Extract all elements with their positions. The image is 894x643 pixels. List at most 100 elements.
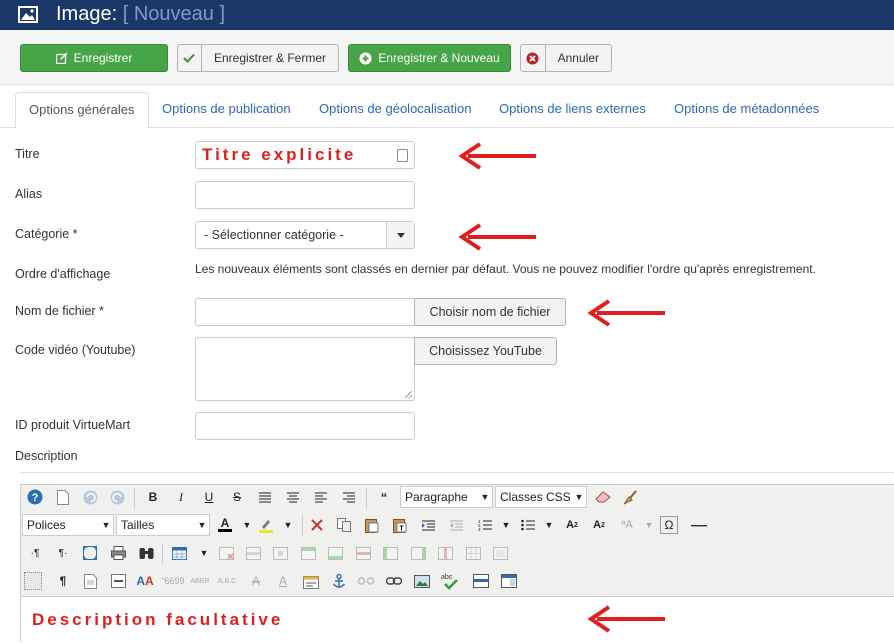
chevron-down-icon: ▼ (197, 520, 207, 530)
order-hint: Les nouveaux éléments sont classés en de… (195, 262, 816, 276)
horizontal-rule-icon[interactable] (688, 514, 710, 536)
split-cells-icon[interactable] (462, 542, 484, 564)
superscript-icon[interactable]: A2 (588, 514, 610, 536)
fullscreen-icon[interactable] (79, 542, 101, 564)
unlink-icon[interactable] (355, 570, 377, 592)
print-icon[interactable] (107, 542, 129, 564)
bullet-list-icon[interactable] (517, 514, 539, 536)
outdent-icon[interactable] (445, 514, 467, 536)
font-size-select[interactable]: Tailles ▼ (116, 514, 210, 536)
anchor-icon[interactable] (328, 570, 350, 592)
align-right-icon[interactable] (338, 486, 360, 508)
search-replace-icon[interactable] (135, 542, 157, 564)
abbreviation-icon[interactable]: ABBR (189, 570, 211, 592)
indent-icon[interactable] (417, 514, 439, 536)
chevron-down-icon[interactable]: ▼ (495, 514, 517, 536)
show-blocks-icon[interactable]: ¶ (52, 570, 74, 592)
video-textarea[interactable] (195, 337, 415, 401)
resize-handle-icon[interactable] (405, 391, 412, 398)
delete-column-icon[interactable] (434, 542, 456, 564)
insertion-icon[interactable]: A (272, 570, 294, 592)
cite-icon[interactable]: “6699 (161, 570, 184, 592)
filename-input[interactable] (195, 298, 415, 326)
strikethrough-icon[interactable]: S (226, 486, 248, 508)
bold-icon[interactable]: B (142, 486, 164, 508)
tab-external-links-options[interactable]: Options de liens externes (486, 92, 659, 128)
italic-icon[interactable]: I (170, 486, 192, 508)
cancel-button[interactable]: Annuler (520, 44, 612, 72)
eraser-icon[interactable] (592, 486, 614, 508)
text-color-icon[interactable]: A (214, 514, 236, 536)
table-cell-icon[interactable] (269, 542, 291, 564)
redo-icon[interactable] (106, 486, 128, 508)
save-new-button[interactable]: Enregistrer & Nouveau (348, 44, 511, 72)
choose-youtube-button[interactable]: Choisissez YouTube (414, 337, 557, 365)
save-close-button[interactable]: Enregistrer & Fermer (177, 44, 339, 72)
chevron-down-icon[interactable] (386, 222, 414, 248)
paste-text-icon[interactable]: T (389, 514, 411, 536)
ltr-direction-icon[interactable]: ·¶ (24, 542, 46, 564)
category-select[interactable]: - Sélectionner catégorie - (195, 221, 415, 249)
css-classes-select[interactable]: Classes CSS ▼ (495, 486, 587, 508)
blockquote-icon[interactable]: “ (373, 486, 395, 508)
font-family-select[interactable]: Polices ▼ (22, 514, 114, 536)
justify-icon[interactable] (254, 486, 276, 508)
deletion-icon[interactable]: A (245, 570, 267, 592)
special-character-icon[interactable]: Ω (660, 516, 678, 534)
insert-image-icon[interactable] (411, 570, 433, 592)
spellcheck-icon[interactable]: abc (439, 570, 461, 592)
tab-geolocation-options[interactable]: Options de géolocalisation (306, 92, 485, 128)
insert-row-before-icon[interactable] (297, 542, 319, 564)
edit-icon (55, 52, 68, 64)
tab-general-options[interactable]: Options générales (15, 92, 149, 129)
numbered-list-icon[interactable]: 123 (474, 514, 496, 536)
new-document-icon[interactable] (52, 486, 74, 508)
acronym-icon[interactable]: A.B.C. (217, 570, 239, 592)
insert-row-after-icon[interactable] (324, 542, 346, 564)
delete-table-icon[interactable] (215, 542, 237, 564)
editor-content-area[interactable]: Description facultative (21, 596, 894, 643)
delete-row-icon[interactable] (352, 542, 374, 564)
help-icon[interactable]: ? (24, 486, 46, 508)
insert-media-icon[interactable] (470, 570, 492, 592)
copy-icon[interactable] (333, 514, 355, 536)
save-button[interactable]: Enregistrer (20, 44, 168, 72)
description-label: Description (15, 449, 78, 463)
highlight-color-icon[interactable] (255, 514, 277, 536)
lock-icon[interactable] (397, 149, 408, 162)
virtuemart-input[interactable] (195, 412, 415, 440)
link-icon[interactable] (383, 570, 405, 592)
paste-icon[interactable] (361, 514, 383, 536)
chevron-down-icon[interactable]: ▼ (193, 542, 215, 564)
choose-filename-button[interactable]: Choisir nom de fichier (414, 298, 566, 326)
text-direction-icon[interactable]: ªA (616, 514, 638, 536)
attributes-icon[interactable] (300, 570, 322, 592)
table-icon[interactable] (168, 542, 190, 564)
tab-publication-options[interactable]: Options de publication (149, 92, 304, 128)
source-code-icon[interactable] (498, 570, 520, 592)
tab-metadata-options[interactable]: Options de métadonnées (661, 92, 832, 128)
chevron-down-icon[interactable]: ▼ (277, 514, 299, 536)
alias-input[interactable] (195, 181, 415, 209)
align-left-icon[interactable] (310, 486, 332, 508)
page-break-icon[interactable] (107, 570, 129, 592)
align-center-icon[interactable] (282, 486, 304, 508)
cut-icon[interactable] (306, 514, 328, 536)
cleanup-broom-icon[interactable] (619, 486, 641, 508)
underline-icon[interactable]: U (198, 486, 220, 508)
chevron-down-icon[interactable]: ▼ (638, 514, 660, 536)
merge-cells-icon[interactable] (489, 542, 511, 564)
subscript-icon[interactable]: A2 (561, 514, 583, 536)
filename-label: Nom de fichier * (15, 304, 104, 318)
rtl-direction-icon[interactable]: ¶· (52, 542, 74, 564)
table-row-icon[interactable] (242, 542, 264, 564)
insert-template-icon[interactable] (79, 570, 101, 592)
paragraph-format-select[interactable]: Paragraphe ▼ (400, 486, 493, 508)
insert-column-after-icon[interactable] (407, 542, 429, 564)
style-props-icon[interactable]: AA (134, 570, 156, 592)
visual-aid-icon[interactable] (24, 572, 42, 590)
title-input[interactable]: Titre explicite (195, 141, 415, 169)
insert-column-before-icon[interactable] (379, 542, 401, 564)
chevron-down-icon[interactable]: ▼ (538, 514, 560, 536)
undo-icon[interactable] (79, 486, 101, 508)
